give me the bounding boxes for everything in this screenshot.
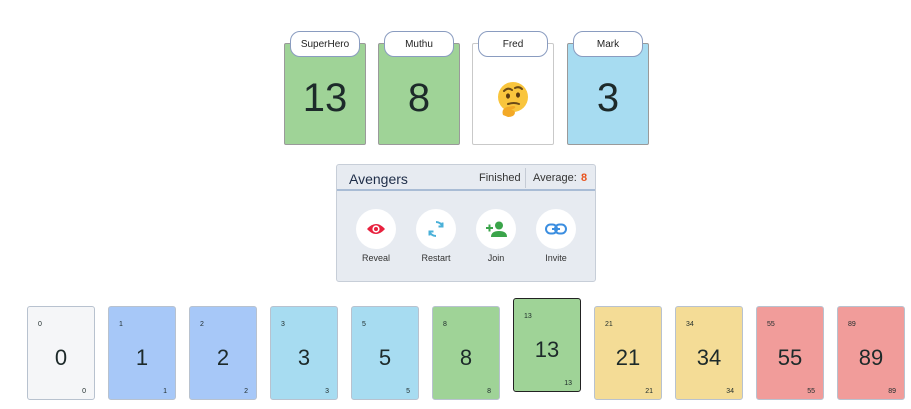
card-value: 5 — [378, 345, 392, 370]
join-label: Join — [487, 253, 505, 263]
player-card — [472, 43, 554, 145]
card-corner-bottom: 21 — [645, 388, 653, 395]
deck-card-8[interactable]: 8 8 8 — [432, 306, 500, 400]
deck-card-55[interactable]: 55 55 55 — [756, 306, 824, 400]
average-label: Average: — [533, 172, 577, 184]
player-name-tag: Mark — [573, 31, 643, 57]
header-divider — [525, 168, 526, 188]
card-corner-top: 2 — [200, 321, 204, 328]
eye-icon — [367, 224, 385, 234]
deck-card-0[interactable]: 0 0 0 — [27, 306, 95, 400]
card-corner-top: 89 — [848, 321, 856, 328]
restart-circle[interactable] — [416, 209, 456, 249]
average-value: 8 — [581, 172, 588, 184]
card-value: 21 — [615, 345, 641, 370]
player-card: 8 — [378, 43, 460, 145]
restart-icon — [428, 221, 444, 237]
panel-header: Avengers Finished Average: 8 — [337, 165, 595, 191]
player-name-tag: SuperHero — [290, 31, 360, 57]
card-corner-top: 55 — [767, 321, 775, 328]
join-button[interactable]: Join — [472, 209, 520, 263]
deck-card-2[interactable]: 2 2 2 — [189, 306, 257, 400]
card-value: 0 — [54, 345, 68, 370]
card-value: 3 — [297, 345, 311, 370]
reveal-button[interactable]: Reveal — [352, 209, 400, 263]
player-card-value: 13 — [302, 75, 348, 120]
deck-card-21[interactable]: 21 21 21 — [594, 306, 662, 400]
player-name-tag: Fred — [478, 31, 548, 57]
card-value: 13 — [534, 337, 560, 362]
card-corner-top: 3 — [281, 321, 285, 328]
card-corner-bottom: 0 — [82, 388, 86, 395]
card-corner-top: 13 — [524, 313, 532, 320]
thinking-face-icon — [498, 82, 528, 117]
player-card: 13 — [284, 43, 366, 145]
invite-circle[interactable] — [536, 209, 576, 249]
deck-card-5[interactable]: 5 5 5 — [351, 306, 419, 400]
invite-label: Invite — [545, 253, 567, 263]
card-value: 55 — [777, 345, 803, 370]
card-corner-top: 8 — [443, 321, 447, 328]
reveal-circle[interactable] — [356, 209, 396, 249]
reveal-label: Reveal — [361, 253, 390, 263]
card-corner-top: 0 — [38, 321, 42, 328]
player-card-value: 8 — [407, 75, 431, 120]
card-corner-top: 21 — [605, 321, 613, 328]
card-corner-bottom: 1 — [163, 388, 167, 395]
card-value: 2 — [216, 345, 230, 370]
card-value: 8 — [459, 345, 473, 370]
card-corner-bottom: 5 — [406, 388, 410, 395]
deck-card-3[interactable]: 3 3 3 — [270, 306, 338, 400]
card-corner-bottom: 3 — [325, 388, 329, 395]
restart-label: Restart — [421, 253, 451, 263]
card-corner-bottom: 89 — [888, 388, 896, 395]
session-panel: Avengers Finished Average: 8 Reveal Rest… — [336, 164, 596, 282]
restart-button[interactable]: Restart — [412, 209, 460, 263]
card-corner-top: 34 — [686, 321, 694, 328]
card-value: 34 — [696, 345, 722, 370]
link-icon — [545, 223, 567, 235]
card-value: 89 — [858, 345, 884, 370]
deck-card-13-selected[interactable]: 13 13 13 — [513, 298, 581, 392]
card-corner-bottom: 55 — [807, 388, 815, 395]
card-value: 1 — [135, 345, 149, 370]
player-card-value: 3 — [596, 75, 620, 120]
deck-card-34[interactable]: 34 34 34 — [675, 306, 743, 400]
card-corner-bottom: 34 — [726, 388, 734, 395]
deck-card-89[interactable]: 89 89 89 — [837, 306, 905, 400]
player-card: 3 — [567, 43, 649, 145]
room-title: Avengers — [349, 171, 408, 187]
join-circle[interactable] — [476, 209, 516, 249]
card-corner-bottom: 2 — [244, 388, 248, 395]
add-user-icon — [486, 221, 507, 237]
card-corner-top: 1 — [119, 321, 123, 328]
card-corner-bottom: 8 — [487, 388, 491, 395]
invite-button[interactable]: Invite — [532, 209, 580, 263]
deck-card-1[interactable]: 1 1 1 — [108, 306, 176, 400]
player-name-tag: Muthu — [384, 31, 454, 57]
card-corner-top: 5 — [362, 321, 366, 328]
card-corner-bottom: 13 — [564, 380, 572, 387]
round-status: Finished — [479, 172, 521, 184]
